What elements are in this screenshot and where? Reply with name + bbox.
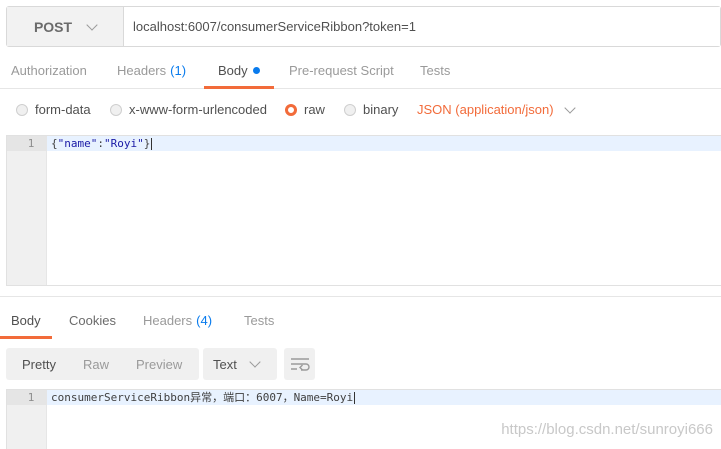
- tab-label: Cookies: [69, 313, 116, 328]
- tab-label: Body: [11, 313, 41, 328]
- body-type-options: form-data x-www-form-urlencoded raw bina…: [0, 90, 721, 130]
- response-toolbar: Pretty Raw Preview Text: [6, 348, 315, 380]
- preview-button[interactable]: Preview: [121, 348, 192, 380]
- tab-pre-request-script[interactable]: Pre-request Script: [289, 52, 394, 88]
- tab-label: Headers: [117, 62, 167, 78]
- chevron-down-icon: [249, 356, 261, 368]
- radio-label: form-data: [35, 102, 91, 117]
- tab-label: Authorization: [11, 62, 87, 78]
- tab-label: Tests: [244, 313, 275, 328]
- method-select[interactable]: POST: [7, 7, 124, 46]
- brace-open: {: [51, 137, 58, 150]
- chevron-down-icon: [563, 101, 576, 114]
- content-type-select[interactable]: JSON (application/json): [417, 101, 576, 117]
- tab-headers[interactable]: Headers (1): [117, 52, 186, 88]
- line-number: 1: [7, 136, 47, 151]
- tab-label: Pre-request Script: [289, 62, 394, 78]
- code-line: 1 consumerServiceRibbon异常，端口：6007，Name=R…: [7, 390, 721, 405]
- radio-label: binary: [363, 102, 399, 117]
- code-line: 1 {"name":"Royi"}: [7, 136, 721, 151]
- tab-authorization[interactable]: Authorization: [11, 52, 87, 88]
- code-text: consumerServiceRibbon异常，端口：6007，Name=Roy…: [47, 390, 356, 405]
- line-gutter: [7, 136, 47, 285]
- json-key: "name": [57, 137, 98, 150]
- radio-selected-icon: [285, 103, 297, 116]
- response-tab-cookies[interactable]: Cookies: [69, 303, 116, 338]
- radio-form-data[interactable]: form-data: [16, 102, 91, 117]
- headers-count: (1): [170, 62, 187, 78]
- radio-icon: [110, 103, 122, 116]
- text-caret: [151, 138, 153, 150]
- radio-label: raw: [304, 102, 325, 117]
- wrap-lines-icon: [290, 358, 310, 371]
- format-label: Text: [213, 356, 237, 372]
- response-tab-body[interactable]: Body: [0, 303, 52, 339]
- request-bar: POST localhost:6007/consumerServiceRibbo…: [6, 6, 721, 47]
- response-text: consumerServiceRibbon异常，端口：6007，Name=Roy…: [51, 391, 354, 404]
- pane-divider[interactable]: [0, 296, 721, 297]
- json-colon: :: [97, 137, 104, 150]
- url-input[interactable]: localhost:6007/consumerServiceRibbon?tok…: [124, 7, 720, 46]
- tab-label: Headers: [143, 313, 193, 328]
- json-value: "Royi": [104, 137, 144, 150]
- url-text: localhost:6007/consumerServiceRibbon?tok…: [133, 19, 416, 34]
- tab-label: Body: [218, 62, 248, 78]
- raw-button[interactable]: Raw: [72, 348, 121, 380]
- view-mode-group: Pretty Raw Preview: [6, 348, 199, 380]
- response-tab-tests[interactable]: Tests: [244, 303, 274, 338]
- response-body-editor[interactable]: 1 consumerServiceRibbon异常，端口：6007，Name=R…: [6, 389, 721, 449]
- watermark: https://blog.csdn.net/sunroyi666: [501, 421, 713, 438]
- modified-dot-icon: [252, 66, 260, 74]
- radio-binary[interactable]: binary: [344, 102, 398, 117]
- radio-raw[interactable]: raw: [285, 102, 325, 117]
- text-caret: [354, 392, 356, 404]
- radio-urlencoded[interactable]: x-www-form-urlencoded: [110, 102, 267, 117]
- method-label: POST: [33, 18, 73, 35]
- brace-close: }: [143, 137, 151, 150]
- radio-label: x-www-form-urlencoded: [129, 102, 267, 117]
- tab-body[interactable]: Body: [204, 52, 274, 89]
- format-select[interactable]: Text: [203, 348, 277, 380]
- radio-icon: [16, 103, 28, 116]
- code-text: {"name":"Royi"}: [47, 136, 153, 151]
- response-tabs: Body Cookies Headers (4) Tests: [0, 303, 721, 339]
- tab-tests[interactable]: Tests: [420, 52, 450, 88]
- request-tabs: Authorization Headers (1) Body Pre-reque…: [0, 52, 721, 89]
- radio-icon: [344, 103, 356, 116]
- pretty-button[interactable]: Pretty: [6, 348, 72, 380]
- tab-label: Tests: [420, 62, 451, 78]
- wrap-lines-button[interactable]: [284, 348, 315, 380]
- headers-count: (4): [196, 313, 213, 328]
- content-type-label: JSON (application/json): [417, 102, 554, 117]
- line-number: 1: [7, 390, 47, 405]
- request-body-editor[interactable]: 1 {"name":"Royi"}: [6, 135, 721, 286]
- chevron-down-icon: [86, 18, 98, 31]
- response-tab-headers[interactable]: Headers (4): [143, 303, 212, 338]
